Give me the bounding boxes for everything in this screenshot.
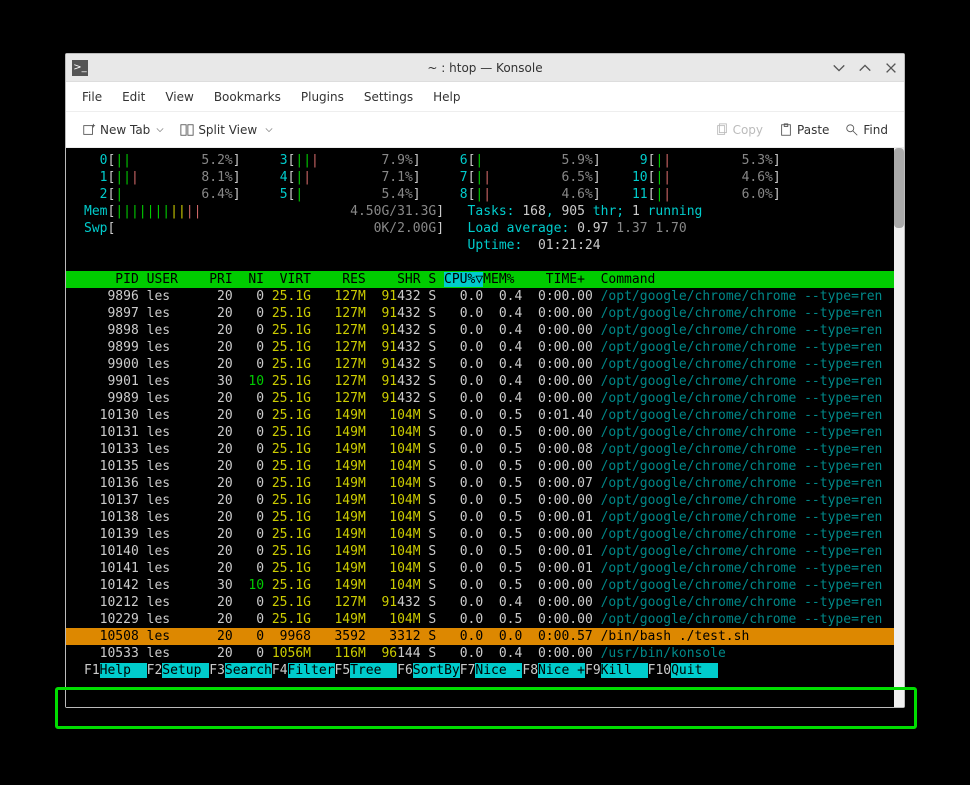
process-row[interactable]: 9899 les 20 0 25.1G 127M 91432 S 0.0 0.4… [66, 339, 904, 356]
split-view-label: Split View [198, 123, 257, 137]
minimize-button[interactable] [830, 59, 848, 77]
menu-settings[interactable]: Settings [356, 86, 421, 108]
chevron-down-icon [265, 126, 273, 134]
process-row[interactable]: 10138 les 20 0 25.1G 149M 104M S 0.0 0.5… [66, 509, 904, 526]
terminal-area[interactable]: 0[|| 5.2%] 3[||| 7.9%] 6[| 5.9%] 9[|| 5.… [66, 148, 904, 707]
menubar: FileEditViewBookmarksPluginsSettingsHelp [66, 82, 904, 112]
find-label: Find [863, 123, 888, 137]
uptime-row: Uptime: 01:21:24 [66, 237, 904, 254]
toolbar: New Tab Split View Copy Paste Find [66, 112, 904, 148]
process-row[interactable]: 9901 les 30 10 25.1G 127M 91432 S 0.0 0.… [66, 373, 904, 390]
menu-file[interactable]: File [74, 86, 110, 108]
cpu-row: 2[| 6.4%] 5[| 5.4%] 8[|| 4.6%] 11[|| 6.0… [66, 186, 904, 203]
fkey-label: Search [225, 663, 272, 678]
process-row[interactable]: 9897 les 20 0 25.1G 127M 91432 S 0.0 0.4… [66, 305, 904, 322]
fkey-label: Help [100, 663, 147, 678]
process-row[interactable]: 10139 les 20 0 25.1G 149M 104M S 0.0 0.5… [66, 526, 904, 543]
paste-icon [779, 123, 793, 137]
scrollbar[interactable] [894, 148, 904, 707]
process-row[interactable]: 9896 les 20 0 25.1G 127M 91432 S 0.0 0.4… [66, 288, 904, 305]
menu-bookmarks[interactable]: Bookmarks [206, 86, 289, 108]
fkey-label: Quit [671, 663, 718, 678]
fkey-F7[interactable]: F7 [460, 663, 476, 678]
process-row[interactable]: 10142 les 30 10 25.1G 149M 104M S 0.0 0.… [66, 577, 904, 594]
cpu-row: 1[||| 8.1%] 4[|| 7.1%] 7[|| 6.5%] 10[|| … [66, 169, 904, 186]
fkey-label: Setup [162, 663, 209, 678]
copy-button[interactable]: Copy [707, 119, 771, 141]
process-row[interactable]: 10508 les 20 0 9968 3592 3312 S 0.0 0.0 … [66, 628, 904, 645]
process-row[interactable]: 10130 les 20 0 25.1G 149M 104M S 0.0 0.5… [66, 407, 904, 424]
new-tab-label: New Tab [100, 123, 150, 137]
fkey-F8[interactable]: F8 [522, 663, 538, 678]
paste-label: Paste [797, 123, 829, 137]
fkey-F1[interactable]: F1 [84, 663, 100, 678]
fkey-label: SortBy [413, 663, 460, 678]
paste-button[interactable]: Paste [771, 119, 837, 141]
process-header[interactable]: PID USER PRI NI VIRT RES SHR S CPU%▽MEM%… [66, 271, 904, 288]
process-row[interactable]: 10141 les 20 0 25.1G 149M 104M S 0.0 0.5… [66, 560, 904, 577]
process-row[interactable]: 10140 les 20 0 25.1G 149M 104M S 0.0 0.5… [66, 543, 904, 560]
titlebar: >_ ~ : htop — Konsole [66, 54, 904, 82]
process-row[interactable]: 10131 les 20 0 25.1G 149M 104M S 0.0 0.5… [66, 424, 904, 441]
fkey-F4[interactable]: F4 [272, 663, 288, 678]
fkey-label: Filter [288, 663, 335, 678]
fkey-F10[interactable]: F10 [648, 663, 671, 678]
process-row[interactable]: 10533 les 20 0 1056M 116M 96144 S 0.0 0.… [66, 645, 904, 662]
terminal-icon: >_ [72, 60, 88, 76]
fkey-F6[interactable]: F6 [397, 663, 413, 678]
copy-icon [715, 123, 729, 137]
menu-help[interactable]: Help [425, 86, 468, 108]
fkey-label: Nice - [475, 663, 522, 678]
fkey-F5[interactable]: F5 [335, 663, 351, 678]
copy-label: Copy [733, 123, 763, 137]
close-button[interactable] [882, 59, 900, 77]
search-icon [845, 123, 859, 137]
process-row[interactable]: 10229 les 20 0 25.1G 149M 104M S 0.0 0.5… [66, 611, 904, 628]
find-button[interactable]: Find [837, 119, 896, 141]
process-row[interactable]: 10135 les 20 0 25.1G 149M 104M S 0.0 0.5… [66, 458, 904, 475]
fkey-F3[interactable]: F3 [209, 663, 225, 678]
process-row[interactable]: 9898 les 20 0 25.1G 127M 91432 S 0.0 0.4… [66, 322, 904, 339]
menu-edit[interactable]: Edit [114, 86, 153, 108]
menu-view[interactable]: View [157, 86, 201, 108]
split-view-button[interactable]: Split View [172, 119, 281, 141]
fkey-label: Kill [601, 663, 648, 678]
process-row[interactable]: 10212 les 20 0 25.1G 127M 91432 S 0.0 0.… [66, 594, 904, 611]
fkey-F9[interactable]: F9 [585, 663, 601, 678]
new-tab-icon [82, 123, 96, 137]
window-title: ~ : htop — Konsole [427, 61, 542, 75]
function-keys: F1Help F2Setup F3SearchF4FilterF5Tree F6… [66, 662, 904, 679]
swp-row: Swp[ 0K/2.00G] Load average: 0.97 1.37 1… [66, 220, 904, 237]
app-window: >_ ~ : htop — Konsole FileEditViewBookma… [65, 53, 905, 708]
process-row[interactable]: 9900 les 20 0 25.1G 127M 91432 S 0.0 0.4… [66, 356, 904, 373]
new-tab-button[interactable]: New Tab [74, 119, 172, 141]
process-row[interactable]: 10137 les 20 0 25.1G 149M 104M S 0.0 0.5… [66, 492, 904, 509]
menu-plugins[interactable]: Plugins [293, 86, 352, 108]
fkey-label: Nice + [538, 663, 585, 678]
process-row[interactable]: 10133 les 20 0 25.1G 149M 104M S 0.0 0.5… [66, 441, 904, 458]
process-row[interactable]: 10136 les 20 0 25.1G 149M 104M S 0.0 0.5… [66, 475, 904, 492]
cpu-row: 0[|| 5.2%] 3[||| 7.9%] 6[| 5.9%] 9[|| 5.… [66, 152, 904, 169]
mem-row: Mem[||||||||||| 4.50G/31.3G] Tasks: 168,… [66, 203, 904, 220]
chevron-down-icon [156, 126, 164, 134]
scrollbar-thumb[interactable] [894, 148, 904, 228]
fkey-label: Tree [350, 663, 397, 678]
fkey-F2[interactable]: F2 [147, 663, 163, 678]
maximize-button[interactable] [856, 59, 874, 77]
process-row[interactable]: 9989 les 20 0 25.1G 127M 91432 S 0.0 0.4… [66, 390, 904, 407]
split-view-icon [180, 123, 194, 137]
